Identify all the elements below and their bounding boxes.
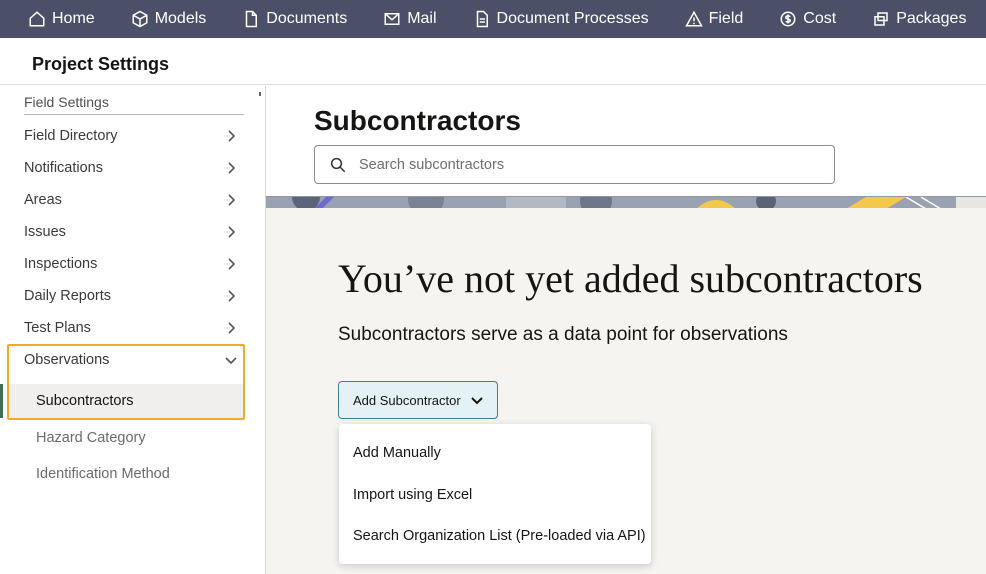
mail-icon (384, 13, 400, 25)
sidebar-item-issues[interactable]: Issues (24, 216, 244, 248)
chevron-right-icon (228, 130, 236, 142)
dollar-icon (780, 11, 796, 27)
nav-models[interactable]: Models (131, 10, 207, 28)
sidebar-heading: Field Settings (24, 94, 244, 115)
nav-document-processes-label: Document Processes (496, 10, 649, 27)
nav-documents-label: Documents (266, 10, 348, 27)
menu-item-search-organization[interactable]: Search Organization List (Pre-loaded via… (353, 528, 646, 544)
menu-item-add-manually[interactable]: Add Manually (353, 445, 441, 461)
page-header: Project Settings (0, 38, 986, 85)
nav-document-processes[interactable]: Document Processes (473, 10, 649, 28)
nav-mail[interactable]: Mail (383, 10, 437, 28)
chevron-right-icon (228, 194, 236, 206)
page-title: Project Settings (32, 54, 170, 74)
sidebar-item-test-plans[interactable]: Test Plans (24, 312, 244, 344)
banner-graphic (266, 196, 986, 208)
nav-mail-label: Mail (407, 10, 437, 27)
sidebar-item-label: Field Directory (24, 128, 118, 144)
nav-home-label: Home (52, 10, 95, 27)
nav-field-label: Field (708, 10, 744, 27)
menu-item-import-excel[interactable]: Import using Excel (353, 487, 472, 503)
chevron-right-icon (228, 322, 236, 334)
nav-documents[interactable]: Documents (242, 10, 347, 28)
warning-triangle-icon (684, 10, 703, 27)
nav-models-label: Models (154, 10, 207, 27)
main-title: Subcontractors (314, 105, 521, 136)
cube-icon (132, 10, 148, 28)
banner-illustration (266, 196, 986, 208)
empty-state-subtitle: Subcontractors serve as a data point for… (338, 324, 788, 345)
sidebar-item-label: Test Plans (24, 320, 91, 336)
nav-cost[interactable]: Cost (779, 10, 836, 28)
chevron-right-icon (228, 290, 236, 302)
document-icon (246, 10, 258, 28)
add-subcontractor-label: Add Subcontractor (353, 392, 461, 408)
nav-packages[interactable]: Packages (872, 10, 966, 28)
sidebar-item-daily-reports[interactable]: Daily Reports (24, 280, 244, 312)
sidebar-subitem-hazard-category[interactable]: Hazard Category (36, 430, 146, 446)
search-box[interactable] (314, 145, 835, 184)
sidebar: Field Settings Field Directory Notificat… (0, 86, 266, 574)
chevron-right-icon (228, 226, 236, 238)
sidebar-item-field-directory[interactable]: Field Directory (24, 120, 244, 152)
sidebar-item-label: Notifications (24, 160, 103, 176)
add-subcontractor-menu: Add Manually Import using Excel Search O… (339, 424, 651, 564)
top-navigation: Home Models Documents Mail Document Proc… (0, 0, 986, 38)
search-icon (330, 157, 346, 172)
chevron-right-icon (228, 162, 236, 174)
home-icon (29, 11, 45, 27)
sidebar-item-label: Areas (24, 192, 62, 208)
add-subcontractor-button[interactable]: Add Subcontractor (338, 381, 498, 419)
nav-field[interactable]: Field (684, 10, 744, 28)
sidebar-item-inspections[interactable]: Inspections (24, 248, 244, 280)
sidebar-item-label: Daily Reports (24, 288, 112, 304)
sidebar-item-label: Inspections (24, 256, 98, 272)
chevron-right-icon (228, 258, 236, 270)
empty-state-title: You’ve not yet added subcontractors (338, 256, 923, 301)
packages-icon (874, 12, 888, 26)
search-input[interactable] (359, 156, 819, 173)
sidebar-scrollbar[interactable] (259, 92, 261, 96)
nav-home[interactable]: Home (28, 10, 95, 28)
document-process-icon (476, 10, 488, 28)
selection-marker (0, 384, 3, 418)
nav-packages-label: Packages (896, 10, 967, 27)
sidebar-item-label: Issues (24, 224, 66, 240)
sidebar-item-notifications[interactable]: Notifications (24, 152, 244, 184)
highlight-box (7, 344, 245, 420)
nav-cost-label: Cost (803, 10, 837, 27)
chevron-down-icon (471, 397, 483, 405)
sidebar-subitem-identification-method[interactable]: Identification Method (36, 466, 170, 482)
sidebar-item-areas[interactable]: Areas (24, 184, 244, 216)
